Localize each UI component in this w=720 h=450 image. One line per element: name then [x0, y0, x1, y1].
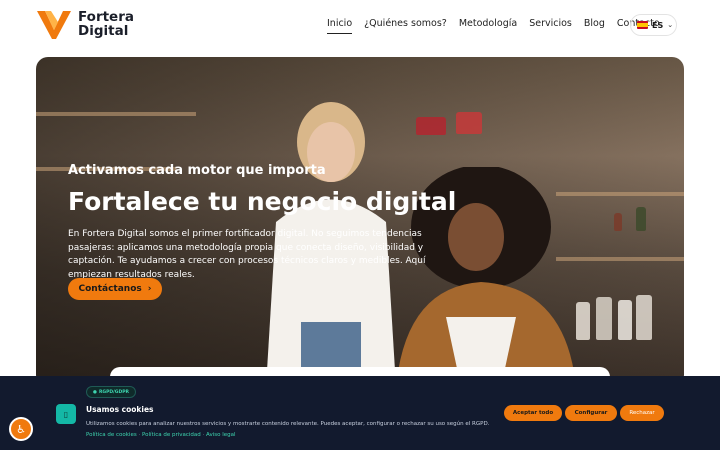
legal-notice-link[interactable]: Aviso legal [206, 432, 236, 438]
configure-button[interactable]: Configurar [565, 405, 617, 421]
language-selector[interactable]: ES ⌄ [630, 14, 677, 36]
cookie-banner: ● RGPD/GDPR ▯ Usamos cookies Utilizamos … [0, 376, 720, 450]
hero-title: Fortalece tu negocio digital [68, 187, 457, 216]
cookie-text: Utilizamos cookies para analizar nuestro… [86, 421, 490, 427]
gdpr-badge: ● RGPD/GDPR [86, 386, 136, 398]
dot-icon: ● [93, 389, 97, 395]
hero-section: Activamos cada motor que importa Fortale… [36, 57, 684, 387]
gdpr-badge-label: RGPD/GDPR [98, 389, 129, 395]
brand-name: Fortera Digital [78, 10, 134, 38]
brand-logo[interactable]: Fortera Digital [36, 8, 134, 40]
main-nav: Inicio ¿Quiénes somos? Metodología Servi… [327, 18, 660, 34]
accept-all-button[interactable]: Aceptar todo [504, 405, 562, 421]
link-separator: · [138, 432, 141, 438]
nav-item-quienes-somos[interactable]: ¿Quiénes somos? [364, 18, 447, 34]
hero-subtitle: Activamos cada motor que importa [68, 163, 326, 178]
site-header: Fortera Digital Inicio ¿Quiénes somos? M… [0, 0, 720, 52]
cookie-links: Política de cookies · Política de privac… [86, 432, 236, 438]
link-separator: · [202, 432, 205, 438]
contact-button[interactable]: Contáctanos › [68, 278, 162, 300]
language-code: ES [652, 20, 664, 30]
chevron-down-icon: ⌄ [667, 21, 674, 29]
reject-button[interactable]: Rechazar [620, 405, 664, 421]
contact-button-label: Contáctanos [78, 284, 142, 294]
hero-description: En Fortera Digital somos el primer forti… [68, 229, 426, 280]
nav-item-blog[interactable]: Blog [584, 18, 605, 34]
cookie-policy-link[interactable]: Política de cookies [86, 432, 137, 438]
chevron-right-icon: › [147, 284, 152, 294]
nav-item-servicios[interactable]: Servicios [529, 18, 572, 34]
accessibility-icon[interactable]: ♿ [9, 417, 33, 441]
v-shield-logo-icon [37, 11, 71, 39]
cookie-title: Usamos cookies [86, 405, 154, 414]
nav-item-inicio[interactable]: Inicio [327, 18, 353, 34]
privacy-policy-link[interactable]: Política de privacidad [142, 432, 201, 438]
spain-flag-icon [637, 21, 648, 29]
brand-line1: Fortera [78, 9, 134, 25]
brand-line2: Digital [78, 23, 129, 39]
cookie-shield-icon: ▯ [56, 404, 76, 424]
nav-item-metodologia[interactable]: Metodología [459, 18, 517, 34]
